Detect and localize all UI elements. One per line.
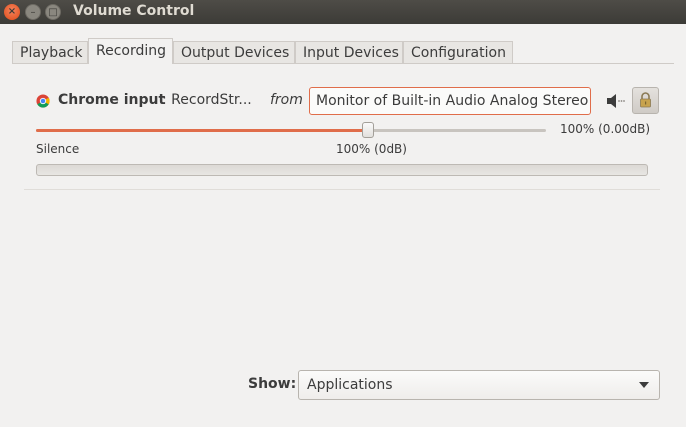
show-dropdown[interactable]: Applications <box>298 370 660 400</box>
title-bar: × – □ Volume Control <box>0 0 686 24</box>
window-title: Volume Control <box>73 3 195 19</box>
lock-icon <box>640 92 651 108</box>
volume-slider-track[interactable] <box>36 129 546 132</box>
stream-name: : RecordStr... <box>162 92 252 108</box>
tab-output-devices[interactable]: Output Devices <box>173 41 295 64</box>
from-label: from <box>270 92 303 108</box>
speaker-icon[interactable] <box>604 90 626 112</box>
mark-100-percent: 100% (0dB) <box>336 142 407 156</box>
volume-value: 100% (0.00dB) <box>560 122 651 136</box>
volume-control-window: × – □ Volume Control Playback Recording … <box>0 0 686 427</box>
tab-bar: Playback Recording Output Devices Input … <box>12 38 674 64</box>
stream-app-name: Chrome input <box>58 92 166 108</box>
tab-input-devices[interactable]: Input Devices <box>295 41 403 64</box>
minimize-button[interactable]: – <box>25 4 41 20</box>
chrome-icon <box>36 94 50 108</box>
lock-channels-button[interactable] <box>632 87 659 114</box>
input-level-meter <box>36 164 648 176</box>
show-dropdown-value: Applications <box>307 377 393 393</box>
tab-playback[interactable]: Playback <box>12 41 88 64</box>
source-device-button[interactable]: Monitor of Built-in Audio Analog Stereo <box>309 87 591 115</box>
tab-recording[interactable]: Recording <box>88 38 173 64</box>
volume-slider-thumb[interactable] <box>361 122 374 138</box>
recording-stream-panel: Chrome input : RecordStr... from Monitor… <box>24 84 660 190</box>
tab-configuration[interactable]: Configuration <box>403 41 513 64</box>
mark-silence: Silence <box>36 142 80 156</box>
volume-slider-fill <box>36 129 368 132</box>
show-label: Show: <box>248 376 297 392</box>
close-button[interactable]: × <box>4 4 20 20</box>
maximize-button[interactable]: □ <box>45 4 61 20</box>
chevron-down-icon <box>639 382 649 388</box>
panel-divider <box>24 189 660 190</box>
